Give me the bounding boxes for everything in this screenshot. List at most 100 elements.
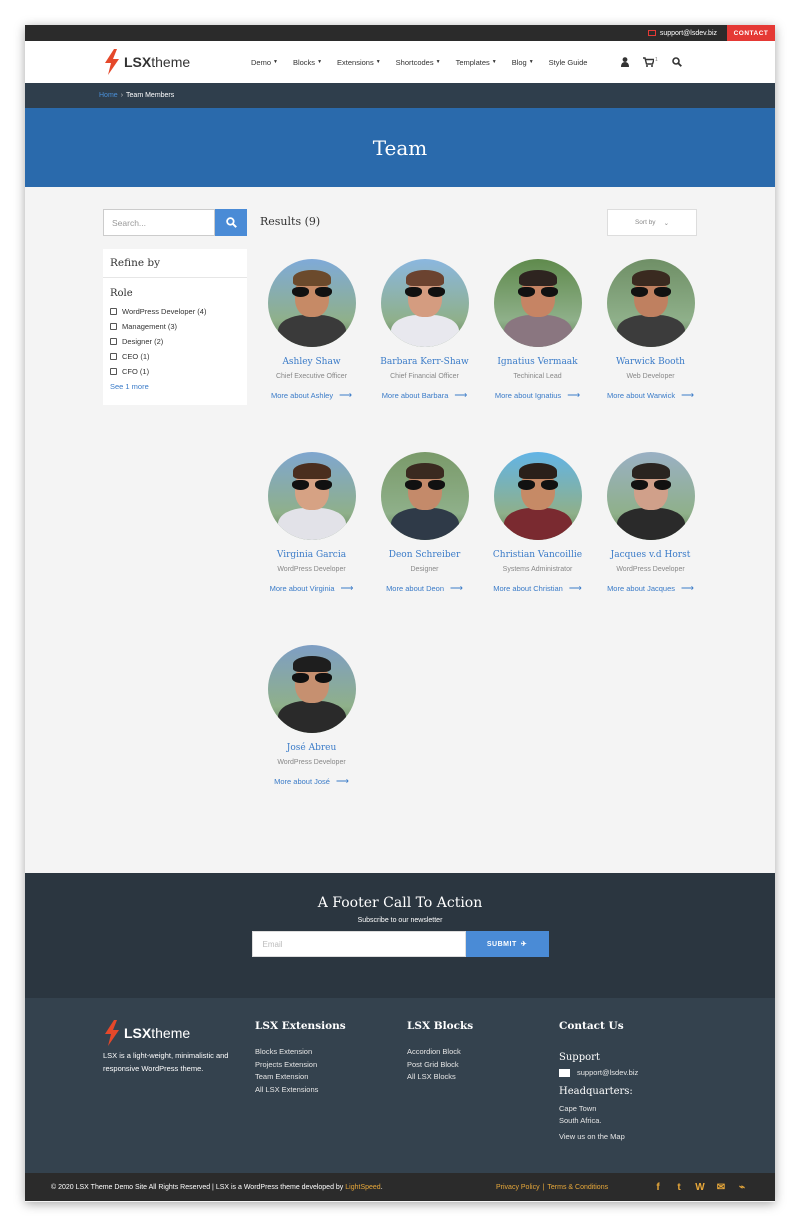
site-logo[interactable]: LSXtheme xyxy=(103,49,190,75)
breadcrumb: Home › Team Members xyxy=(25,83,775,108)
member-more-label: More about Virginia xyxy=(269,584,335,593)
search-submit-button[interactable] xyxy=(215,209,247,236)
nav-item-templates[interactable]: Templates ▼ xyxy=(456,58,497,67)
member-avatar[interactable] xyxy=(267,645,356,733)
footer-link[interactable]: Blocks Extension xyxy=(255,1046,346,1059)
privacy-link[interactable]: Privacy Policy xyxy=(496,1184,540,1191)
breadcrumb-home[interactable]: Home xyxy=(99,92,118,99)
sunglasses-icon xyxy=(404,480,445,490)
member-name[interactable]: Ignatius Vermaak xyxy=(481,357,594,367)
arrow-right-icon: ⟶ xyxy=(340,583,354,593)
footer-link[interactable]: Post Grid Block xyxy=(407,1059,473,1072)
checkbox[interactable] xyxy=(110,308,117,315)
newsletter-email-input[interactable]: Email xyxy=(251,931,466,957)
checkbox[interactable] xyxy=(110,323,117,330)
member-avatar[interactable] xyxy=(606,259,695,347)
role-filter-option[interactable]: WordPress Developer (4) xyxy=(110,307,240,316)
developer-link[interactable]: LightSpeed xyxy=(345,1184,380,1191)
member-more-link[interactable]: More about Ignatius ⟶ xyxy=(481,390,594,401)
sunglasses-icon xyxy=(291,480,332,490)
nav-item-label: Blocks xyxy=(292,57,316,67)
cart-button[interactable]: 1 xyxy=(643,57,658,67)
nav-item-label: Templates xyxy=(455,57,490,67)
see-more-link[interactable]: See 1 more xyxy=(110,382,240,391)
member-name[interactable]: Virginia Garcia xyxy=(255,550,368,560)
nav-item-label: Shortcodes xyxy=(395,57,434,67)
member-name[interactable]: Jacques v.d Horst xyxy=(594,550,707,560)
page-frame: support@lsdev.biz CONTACT LSXtheme Demo ▼… xyxy=(25,25,775,1202)
member-more-label: More about Deon xyxy=(386,584,445,593)
facebook-icon[interactable]: f xyxy=(653,1182,663,1193)
search-input[interactable]: Search... xyxy=(103,209,215,236)
member-avatar[interactable] xyxy=(493,452,582,540)
email-icon[interactable]: ✉ xyxy=(716,1182,726,1193)
top-email-link[interactable]: support@lsdev.biz xyxy=(647,30,717,37)
user-icon[interactable] xyxy=(621,57,629,67)
member-avatar[interactable] xyxy=(267,259,356,347)
role-options: WordPress Developer (4) Management (3) Des… xyxy=(103,307,247,376)
chevron-down-icon: ▼ xyxy=(491,59,497,65)
sunglasses-icon xyxy=(517,480,558,490)
nav-item-style-guide[interactable]: Style Guide xyxy=(549,58,588,67)
wordpress-icon[interactable]: W xyxy=(695,1182,705,1193)
nav-item-blog[interactable]: Blog ▼ xyxy=(512,58,534,67)
member-name[interactable]: Deon Schreiber xyxy=(368,550,481,560)
member-avatar[interactable] xyxy=(606,452,695,540)
terms-link[interactable]: Terms & Conditions xyxy=(547,1184,608,1191)
member-name[interactable]: José Abreu xyxy=(255,743,368,753)
checkbox[interactable] xyxy=(110,338,117,345)
chevron-down-icon: ▼ xyxy=(273,59,278,65)
map-link[interactable]: View us on the Map xyxy=(559,1131,638,1144)
role-filter-option[interactable]: Management (3) xyxy=(110,322,240,331)
member-role: Chief Executive Officer xyxy=(275,373,348,380)
cart-count: 1 xyxy=(655,57,658,63)
footer-logo[interactable]: LSXtheme xyxy=(103,1020,243,1046)
member-avatar[interactable] xyxy=(493,259,582,347)
member-name[interactable]: Barbara Kerr-Shaw xyxy=(368,357,481,367)
newsletter-submit-button[interactable]: SUBMIT ✈ xyxy=(465,931,549,957)
footer-link[interactable]: Team Extension xyxy=(255,1071,346,1084)
checkbox[interactable] xyxy=(110,353,117,360)
nav-item-shortcodes[interactable]: Shortcodes ▼ xyxy=(396,58,441,67)
nav-item-blocks[interactable]: Blocks ▼ xyxy=(293,58,322,67)
footer-link[interactable]: Projects Extension xyxy=(255,1059,346,1072)
member-more-link[interactable]: More about Christian ⟶ xyxy=(481,583,594,594)
role-filter-option[interactable]: CEO (1) xyxy=(110,352,240,361)
checkbox[interactable] xyxy=(110,368,117,375)
member-avatar[interactable] xyxy=(267,452,356,540)
avatar-shoulders xyxy=(390,508,459,540)
member-avatar[interactable] xyxy=(380,452,469,540)
member-name[interactable]: Christian Vancoillie xyxy=(481,550,594,560)
footer-email-link[interactable]: support@lsdev.biz xyxy=(559,1067,638,1080)
member-avatar[interactable] xyxy=(380,259,469,347)
search-icon xyxy=(225,217,237,228)
footer-link[interactable]: All LSX Extensions xyxy=(255,1084,346,1097)
member-more-link[interactable]: More about José ⟶ xyxy=(255,776,368,787)
footer-link[interactable]: All LSX Blocks xyxy=(407,1071,473,1084)
footer-logo-light: theme xyxy=(151,1025,191,1041)
nav-item-extensions[interactable]: Extensions ▼ xyxy=(337,58,381,67)
twitter-icon[interactable]: t xyxy=(674,1182,684,1193)
member-more-link[interactable]: More about Warwick ⟶ xyxy=(594,390,707,401)
nav-item-demo[interactable]: Demo ▼ xyxy=(251,58,278,67)
footer-extensions-links: Blocks Extension Projects Extension Team E… xyxy=(255,1046,346,1096)
role-filter-option[interactable]: Designer (2) xyxy=(110,337,240,346)
member-name[interactable]: Warwick Booth xyxy=(594,357,707,367)
member-more-link[interactable]: More about Virginia ⟶ xyxy=(255,583,368,594)
contact-button[interactable]: CONTACT xyxy=(727,25,775,41)
member-name[interactable]: Ashley Shaw xyxy=(255,357,368,367)
role-filter-option[interactable]: CFO (1) xyxy=(110,367,240,376)
member-more-link[interactable]: More about Barbara ⟶ xyxy=(368,390,481,401)
member-more-link[interactable]: More about Jacques ⟶ xyxy=(594,583,707,594)
legal-separator: | xyxy=(542,1183,545,1191)
member-more-link[interactable]: More about Ashley ⟶ xyxy=(255,390,368,401)
sort-dropdown[interactable]: Sort by ⌄ xyxy=(607,209,697,236)
rss-icon[interactable]: ⌁ xyxy=(737,1182,747,1193)
member-more-label: More about Ignatius xyxy=(494,391,562,400)
search-icon[interactable] xyxy=(671,57,682,67)
avatar-shoulders xyxy=(616,315,685,347)
footer-link[interactable]: Accordion Block xyxy=(407,1046,473,1059)
hq-country: South Africa. xyxy=(559,1116,602,1125)
member-more-link[interactable]: More about Deon ⟶ xyxy=(368,583,481,594)
footer-about: LSXtheme LSX is a light-weight, minimali… xyxy=(103,1020,243,1075)
